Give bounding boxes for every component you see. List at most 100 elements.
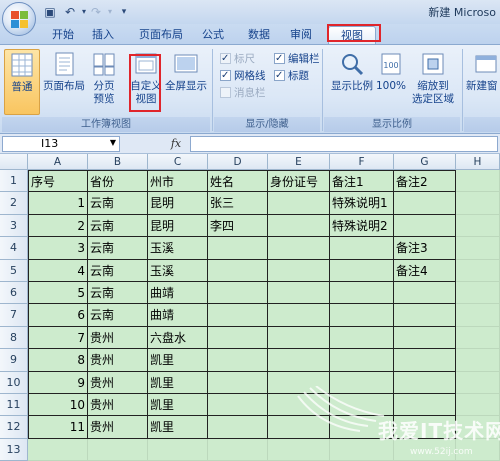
row-header-7[interactable]: 7 <box>0 304 28 327</box>
cell-f11[interactable] <box>330 394 394 417</box>
cell-d5[interactable] <box>208 259 268 282</box>
row-header-2[interactable]: 2 <box>0 192 28 215</box>
cell-c11[interactable]: 凯里 <box>148 394 208 417</box>
cell-a9[interactable]: 8 <box>28 349 88 372</box>
cell-b2[interactable]: 云南 <box>88 192 148 215</box>
cell-d4[interactable] <box>208 237 268 260</box>
cell-g10[interactable] <box>394 371 456 394</box>
cell-h5[interactable] <box>456 259 500 282</box>
cell-a1[interactable]: 序号 <box>28 170 88 193</box>
cell-e6[interactable] <box>268 282 330 305</box>
cell-a6[interactable]: 5 <box>28 282 88 305</box>
cell-h3[interactable] <box>456 214 500 238</box>
zoom-button[interactable]: 显示比例 <box>330 49 374 115</box>
cell-a12[interactable]: 11 <box>28 416 88 439</box>
cell-f10[interactable] <box>330 371 394 394</box>
column-header-g[interactable]: G <box>394 154 456 170</box>
cell-c6[interactable]: 曲靖 <box>148 282 208 305</box>
cell-g8[interactable] <box>394 326 456 350</box>
cell-c3[interactable]: 昆明 <box>148 214 208 238</box>
column-header-e[interactable]: E <box>268 154 330 170</box>
cell-f4[interactable] <box>330 237 394 260</box>
insert-function-icon[interactable]: fx <box>166 136 186 152</box>
cell-c8[interactable]: 六盘水 <box>148 326 208 350</box>
cell-d7[interactable] <box>208 304 268 327</box>
cell-d13[interactable] <box>208 438 268 461</box>
tab-data[interactable]: 数据 <box>242 26 276 44</box>
cell-h9[interactable] <box>456 349 500 372</box>
cell-d1[interactable]: 姓名 <box>208 170 268 193</box>
select-all-corner[interactable] <box>0 154 28 170</box>
cell-g11[interactable] <box>394 394 456 417</box>
cell-g12[interactable] <box>394 416 456 439</box>
cell-e8[interactable] <box>268 326 330 350</box>
cell-d8[interactable] <box>208 326 268 350</box>
cell-b3[interactable]: 云南 <box>88 214 148 238</box>
cell-b11[interactable]: 贵州 <box>88 394 148 417</box>
cell-g2[interactable] <box>394 192 456 215</box>
cell-f9[interactable] <box>330 349 394 372</box>
cell-c13[interactable] <box>148 438 208 461</box>
row-header-9[interactable]: 9 <box>0 349 28 372</box>
cell-f3[interactable]: 特殊说明2 <box>330 214 394 238</box>
name-box[interactable]: I13 <box>2 136 120 152</box>
cell-b12[interactable]: 贵州 <box>88 416 148 439</box>
cell-g1[interactable]: 备注2 <box>394 170 456 193</box>
customize-qat-icon[interactable]: ▾ <box>116 4 132 20</box>
cell-d12[interactable] <box>208 416 268 439</box>
page-break-preview-button[interactable]: 分页 预览 <box>88 49 120 115</box>
column-header-h[interactable]: H <box>456 154 500 170</box>
row-header-11[interactable]: 11 <box>0 394 28 417</box>
cell-a5[interactable]: 4 <box>28 259 88 282</box>
ruler-checkbox[interactable]: 标尺 <box>220 51 255 67</box>
cell-e4[interactable] <box>268 237 330 260</box>
cell-h13[interactable] <box>456 438 500 461</box>
cell-e9[interactable] <box>268 349 330 372</box>
cell-b9[interactable]: 贵州 <box>88 349 148 372</box>
cell-a11[interactable]: 10 <box>28 394 88 417</box>
row-header-10[interactable]: 10 <box>0 371 28 394</box>
row-header-4[interactable]: 4 <box>0 237 28 260</box>
cell-h8[interactable] <box>456 326 500 350</box>
cell-h6[interactable] <box>456 282 500 305</box>
cell-h7[interactable] <box>456 304 500 327</box>
cell-g7[interactable] <box>394 304 456 327</box>
zoom-to-selection-button[interactable]: 缩放到 选定区域 <box>408 49 458 115</box>
column-header-d[interactable]: D <box>208 154 268 170</box>
cell-g5[interactable]: 备注4 <box>394 259 456 282</box>
cell-f8[interactable] <box>330 326 394 350</box>
cell-d11[interactable] <box>208 394 268 417</box>
row-header-8[interactable]: 8 <box>0 326 28 350</box>
cell-e3[interactable] <box>268 214 330 238</box>
cell-c1[interactable]: 州市 <box>148 170 208 193</box>
zoom-100-button[interactable]: 100 100% <box>376 49 406 115</box>
cell-e13[interactable] <box>268 438 330 461</box>
formula-bar-checkbox[interactable]: 编辑栏 <box>274 51 320 67</box>
cell-h12[interactable] <box>456 416 500 439</box>
cell-c5[interactable]: 玉溪 <box>148 259 208 282</box>
cell-e1[interactable]: 身份证号 <box>268 170 330 193</box>
cell-h4[interactable] <box>456 237 500 260</box>
cell-a8[interactable]: 7 <box>28 326 88 350</box>
name-box-dropdown-icon[interactable]: ▼ <box>107 136 119 150</box>
row-header-6[interactable]: 6 <box>0 282 28 305</box>
column-header-a[interactable]: A <box>28 154 88 170</box>
column-header-c[interactable]: C <box>148 154 208 170</box>
cell-b4[interactable]: 云南 <box>88 237 148 260</box>
cell-e11[interactable] <box>268 394 330 417</box>
cell-b10[interactable]: 贵州 <box>88 371 148 394</box>
cell-h2[interactable] <box>456 192 500 215</box>
cell-f5[interactable] <box>330 259 394 282</box>
cell-d3[interactable]: 李四 <box>208 214 268 238</box>
column-header-b[interactable]: B <box>88 154 148 170</box>
cell-e2[interactable] <box>268 192 330 215</box>
cell-b8[interactable]: 贵州 <box>88 326 148 350</box>
normal-view-button[interactable]: 普通 <box>4 49 40 115</box>
cell-f6[interactable] <box>330 282 394 305</box>
column-header-f[interactable]: F <box>330 154 394 170</box>
new-window-button[interactable]: 新建窗 <box>466 49 500 115</box>
cell-b5[interactable]: 云南 <box>88 259 148 282</box>
cell-c2[interactable]: 昆明 <box>148 192 208 215</box>
cell-c10[interactable]: 凯里 <box>148 371 208 394</box>
row-header-13[interactable]: 13 <box>0 438 28 461</box>
